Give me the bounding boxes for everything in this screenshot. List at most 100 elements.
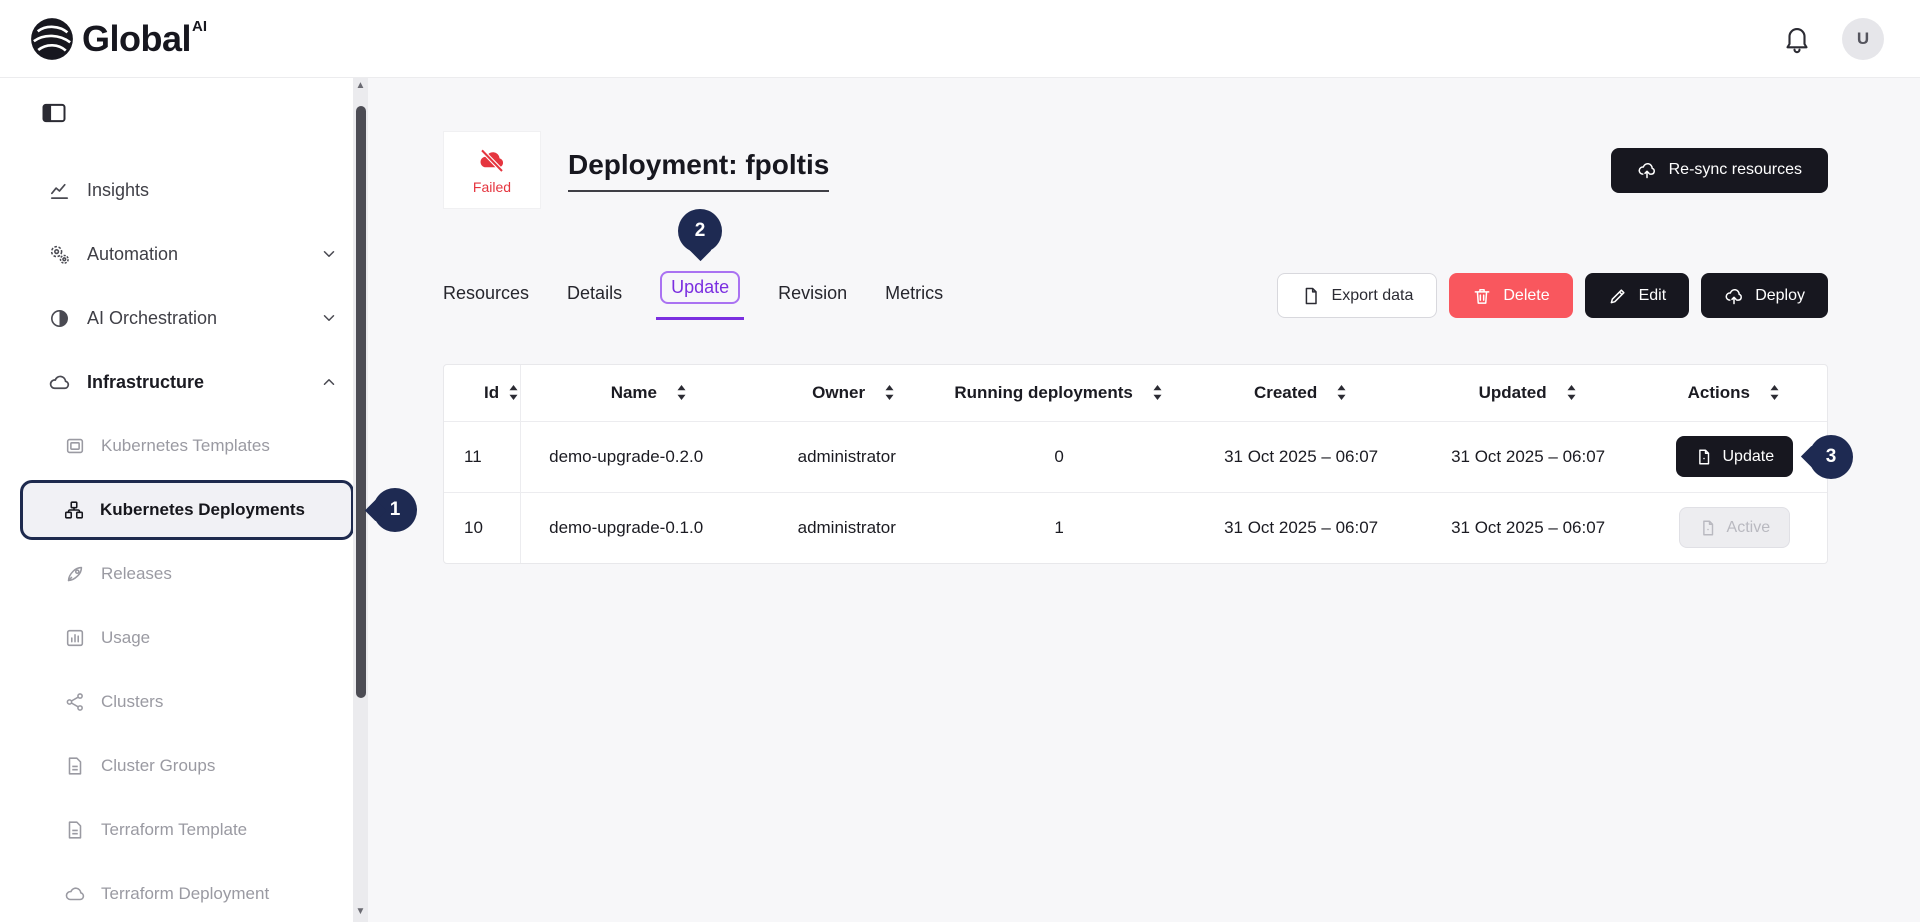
- column-header-owner: Owner: [812, 383, 865, 403]
- annotation-number: 1: [390, 499, 401, 521]
- cloud-failed-icon: [475, 146, 509, 176]
- deploy-button[interactable]: Deploy: [1701, 273, 1828, 318]
- file-update-icon: [1695, 448, 1713, 466]
- sort-icon[interactable]: [1565, 384, 1578, 401]
- scrollbar-thumb[interactable]: [356, 106, 366, 698]
- sidebar-collapse-icon[interactable]: [40, 99, 68, 127]
- export-label: Export data: [1332, 287, 1414, 305]
- column-header-actions: Actions: [1688, 383, 1750, 403]
- orchestration-icon: [48, 307, 71, 330]
- cell-created: 31 Oct 2025 – 06:07: [1188, 492, 1415, 563]
- cloud-icon: [48, 371, 71, 394]
- cloud-upload-icon: [1637, 160, 1657, 180]
- rocket-icon: [64, 563, 86, 585]
- brand-suffix: AI: [192, 18, 207, 35]
- tab-label: Metrics: [885, 283, 943, 303]
- user-avatar[interactable]: U: [1842, 18, 1884, 60]
- sidebar-scrollbar[interactable]: ▲ ▼: [353, 78, 368, 922]
- cell-id: 10: [444, 492, 521, 563]
- cell-owner: administrator: [778, 492, 931, 563]
- table-row: 10 demo-upgrade-0.1.0 administrator 1 31…: [444, 492, 1827, 563]
- chart-line-icon: [48, 179, 71, 202]
- sidebar-item-ai-orchestration[interactable]: AI Orchestration: [0, 286, 368, 350]
- sidebar-item-label: Terraform Deployment: [101, 884, 269, 904]
- cell-updated: 31 Oct 2025 – 06:07: [1415, 421, 1642, 492]
- sort-icon[interactable]: [1335, 384, 1348, 401]
- notifications-bell-icon[interactable]: [1782, 24, 1812, 54]
- cloud-upload-icon: [1724, 286, 1744, 306]
- status-badge: Failed: [473, 179, 511, 195]
- table-header-row: Id Name Owner Running deployments Create…: [444, 365, 1827, 421]
- gears-icon: [48, 243, 71, 266]
- annotation-step-2: 2: [678, 209, 722, 253]
- trash-icon: [1472, 286, 1492, 306]
- tab-label: Resources: [443, 283, 529, 303]
- tab-metrics[interactable]: Metrics: [885, 283, 943, 320]
- sidebar-item-infrastructure[interactable]: Infrastructure: [0, 350, 368, 414]
- cell-updated: 31 Oct 2025 – 06:07: [1415, 492, 1642, 563]
- sidebar-item-automation[interactable]: Automation: [0, 222, 368, 286]
- column-header-running-deployments: Running deployments: [954, 383, 1133, 403]
- page-header: Failed Deployment: fpoltis Re-sync resou…: [443, 131, 1828, 209]
- hierarchy-icon: [63, 499, 85, 521]
- sidebar: Insights Automation AI Orchestration: [0, 78, 368, 922]
- tab-bar: Resources Details 2 Update Revision Metr…: [443, 271, 943, 320]
- sidebar-item-kubernetes-deployments[interactable]: Kubernetes Deployments 1: [20, 480, 354, 540]
- active-tab-underline: [656, 317, 744, 320]
- sidebar-item-terraform-template[interactable]: Terraform Template: [0, 798, 368, 862]
- update-label: Update: [1723, 448, 1775, 466]
- sidebar-item-kubernetes-templates[interactable]: Kubernetes Templates: [0, 414, 368, 478]
- resync-label: Re-sync resources: [1669, 161, 1802, 179]
- export-data-button[interactable]: Export data: [1277, 273, 1438, 318]
- tab-details[interactable]: Details: [567, 283, 622, 320]
- sidebar-item-label: Usage: [101, 628, 150, 648]
- delete-button[interactable]: Delete: [1449, 273, 1572, 318]
- table-row: 11 demo-upgrade-0.2.0 administrator 0 31…: [444, 421, 1827, 492]
- update-row-button[interactable]: Update: [1676, 436, 1794, 477]
- resync-resources-button[interactable]: Re-sync resources: [1611, 148, 1828, 193]
- deployment-status-card: Failed: [443, 131, 541, 209]
- tab-resources[interactable]: Resources: [443, 283, 529, 320]
- active-row-button[interactable]: Active: [1679, 507, 1791, 548]
- sort-icon[interactable]: [883, 384, 896, 401]
- template-icon: [64, 435, 86, 457]
- sidebar-item-label: Kubernetes Templates: [101, 436, 270, 456]
- tab-label: Details: [567, 283, 622, 303]
- annotation-number: 2: [695, 220, 706, 242]
- scroll-up-icon[interactable]: ▲: [353, 78, 368, 94]
- sidebar-item-cluster-groups[interactable]: Cluster Groups: [0, 734, 368, 798]
- sidebar-item-label: Automation: [87, 244, 178, 265]
- sidebar-item-releases[interactable]: Releases: [0, 542, 368, 606]
- chevron-down-icon: [320, 245, 338, 263]
- tab-revision[interactable]: Revision: [778, 283, 847, 320]
- sidebar-item-insights[interactable]: Insights: [0, 158, 368, 222]
- deployments-table: Id Name Owner Running deployments Create…: [443, 364, 1828, 564]
- sidebar-item-clusters[interactable]: Clusters: [0, 670, 368, 734]
- sort-icon[interactable]: [1768, 384, 1781, 401]
- cell-running-deployments: 0: [931, 421, 1188, 492]
- deploy-label: Deploy: [1755, 287, 1805, 305]
- tab-label: Revision: [778, 283, 847, 303]
- network-icon: [64, 691, 86, 713]
- main-content: Failed Deployment: fpoltis Re-sync resou…: [368, 78, 1920, 922]
- active-label: Active: [1727, 519, 1771, 537]
- tab-update[interactable]: 2 Update: [660, 271, 740, 320]
- file-icon: [1699, 519, 1717, 537]
- file-icon: [1301, 286, 1321, 306]
- edit-label: Edit: [1639, 287, 1667, 305]
- scroll-down-icon[interactable]: ▼: [353, 904, 368, 920]
- cell-created: 31 Oct 2025 – 06:07: [1188, 421, 1415, 492]
- bar-chart-icon: [64, 627, 86, 649]
- sort-icon[interactable]: [507, 384, 520, 401]
- sort-icon[interactable]: [1151, 384, 1164, 401]
- column-header-id: Id: [484, 383, 499, 403]
- sidebar-item-label: Terraform Template: [101, 820, 247, 840]
- document-icon: [64, 755, 86, 777]
- sidebar-item-terraform-deployment[interactable]: Terraform Deployment: [0, 862, 368, 922]
- sidebar-item-usage[interactable]: Usage: [0, 606, 368, 670]
- globe-logo-icon: [30, 17, 74, 61]
- edit-button[interactable]: Edit: [1585, 273, 1690, 318]
- sidebar-item-label: AI Orchestration: [87, 308, 217, 329]
- sort-icon[interactable]: [675, 384, 688, 401]
- chevron-up-icon: [320, 373, 338, 391]
